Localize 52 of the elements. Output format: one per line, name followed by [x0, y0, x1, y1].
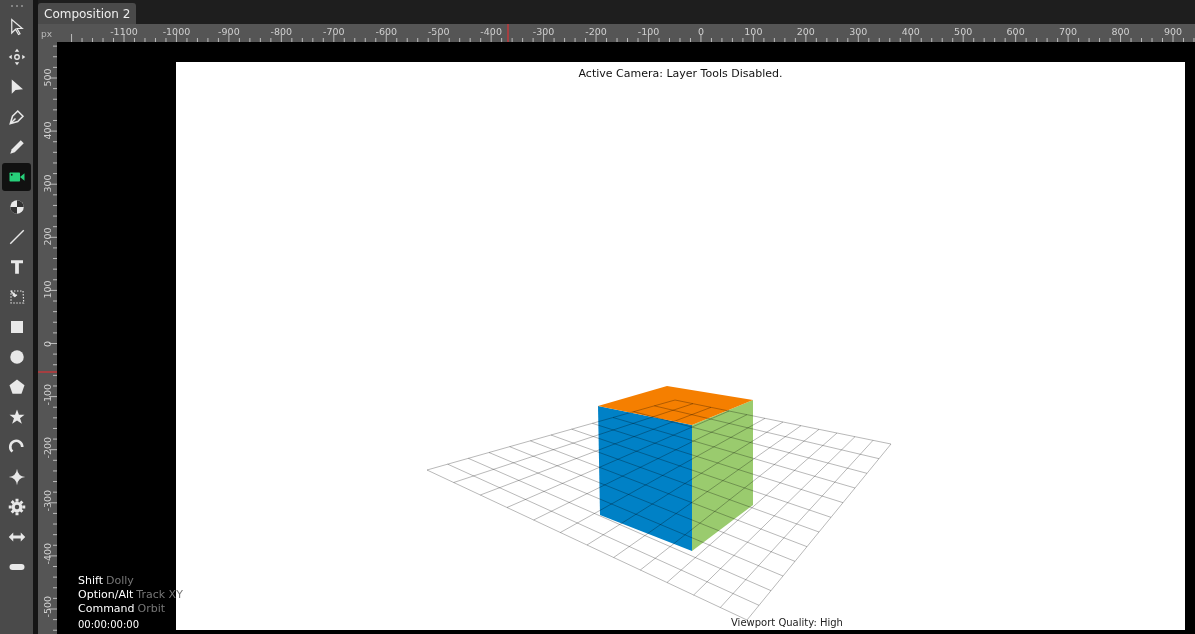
ruler-label: 900 [1163, 26, 1183, 37]
ruler-label: -700 [323, 26, 345, 37]
ruler-label: -900 [218, 26, 240, 37]
ruler-label: -400 [480, 26, 502, 37]
transform-icon [7, 288, 26, 306]
ruler-label: -1000 [162, 26, 191, 37]
move-icon [7, 48, 26, 66]
ruler-label: -1100 [110, 26, 138, 37]
cursor-marker [38, 371, 57, 373]
ruler-label: 500 [42, 69, 53, 87]
shortcut-action: Dolly [106, 574, 134, 588]
grip-icon[interactable] [9, 4, 24, 8]
ruler-label: -300 [532, 26, 555, 37]
composition-tab[interactable]: Composition 2 [38, 3, 137, 24]
ruler-label: 400 [42, 122, 53, 140]
quartered-circle-icon [7, 198, 26, 216]
ruler-label: 0 [697, 26, 704, 37]
ruler-label: 100 [744, 26, 763, 37]
pentagon-icon [7, 378, 26, 396]
ruler-label: -600 [375, 26, 398, 37]
camera-status: Active Camera: Layer Tools Disabled. [578, 67, 783, 80]
ruler-label: 200 [42, 228, 53, 246]
ruler-label: 100 [42, 281, 53, 299]
ruler-label: -500 [427, 26, 450, 37]
line-icon [7, 228, 26, 246]
ruler-label: 300 [849, 26, 868, 37]
ruler-unit: px [38, 24, 57, 42]
pencil-icon [7, 138, 26, 156]
ruler-label: 500 [954, 26, 973, 37]
star-icon [7, 408, 26, 426]
ruler-label: 0 [42, 339, 53, 349]
ruler-label: 800 [1111, 26, 1130, 37]
ruler-label: -200 [585, 26, 607, 37]
ruler-label: 300 [42, 175, 53, 193]
shortcut-action: Track XY [136, 588, 183, 602]
circle-icon [7, 348, 26, 366]
pen-nib-icon [7, 108, 26, 126]
shortcut-key: Shift [78, 574, 103, 588]
ruler-label: 600 [1006, 26, 1025, 37]
ruler-label: 400 [901, 26, 920, 37]
shortcut-action: Orbit [137, 602, 166, 616]
shortcut-key: Command [78, 602, 135, 616]
gear-icon [7, 498, 26, 516]
ruler-label: -100 [637, 26, 660, 37]
shortcut-key: Option/Alt [78, 588, 134, 602]
ruler-label: -800 [270, 26, 293, 37]
cursor-marker [507, 24, 509, 42]
tool-button[interactable] [2, 163, 31, 191]
viewport-quality: Viewport Quality: High [731, 617, 843, 628]
ruler-label: 700 [1059, 26, 1078, 37]
ruler-label: 200 [796, 26, 815, 37]
timecode: 00:00:00:00 [78, 618, 140, 632]
